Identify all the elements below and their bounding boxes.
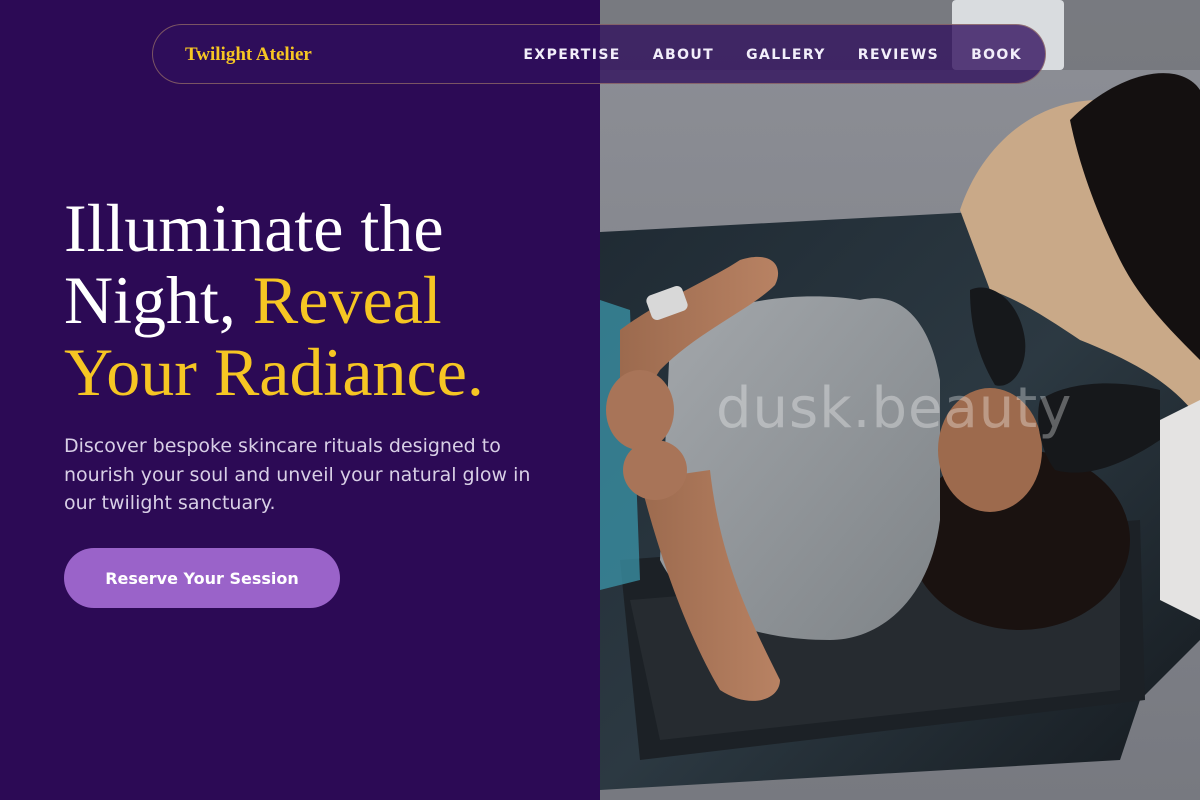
nav-link-reviews[interactable]: REVIEWS	[858, 47, 939, 63]
nav-link-about[interactable]: ABOUT	[653, 47, 714, 63]
hero-headline: Illuminate the Night, Reveal Your Radian…	[64, 192, 584, 408]
reserve-session-button[interactable]: Reserve Your Session	[64, 548, 340, 608]
nav-link-book[interactable]: BOOK	[971, 47, 1022, 63]
nav-link-gallery[interactable]: GALLERY	[746, 47, 826, 63]
brand-logo[interactable]: Twilight Atelier	[185, 25, 312, 85]
hero-subtext: Discover bespoke skincare rituals design…	[64, 435, 531, 514]
watermark-text: dusk.beauty	[716, 376, 1073, 441]
nav-link-expertise[interactable]: EXPERTISE	[523, 47, 620, 63]
nav-links: EXPERTISE ABOUT GALLERY REVIEWS BOOK	[491, 25, 1022, 85]
top-navbar: Twilight Atelier EXPERTISE ABOUT GALLERY…	[152, 24, 1046, 84]
